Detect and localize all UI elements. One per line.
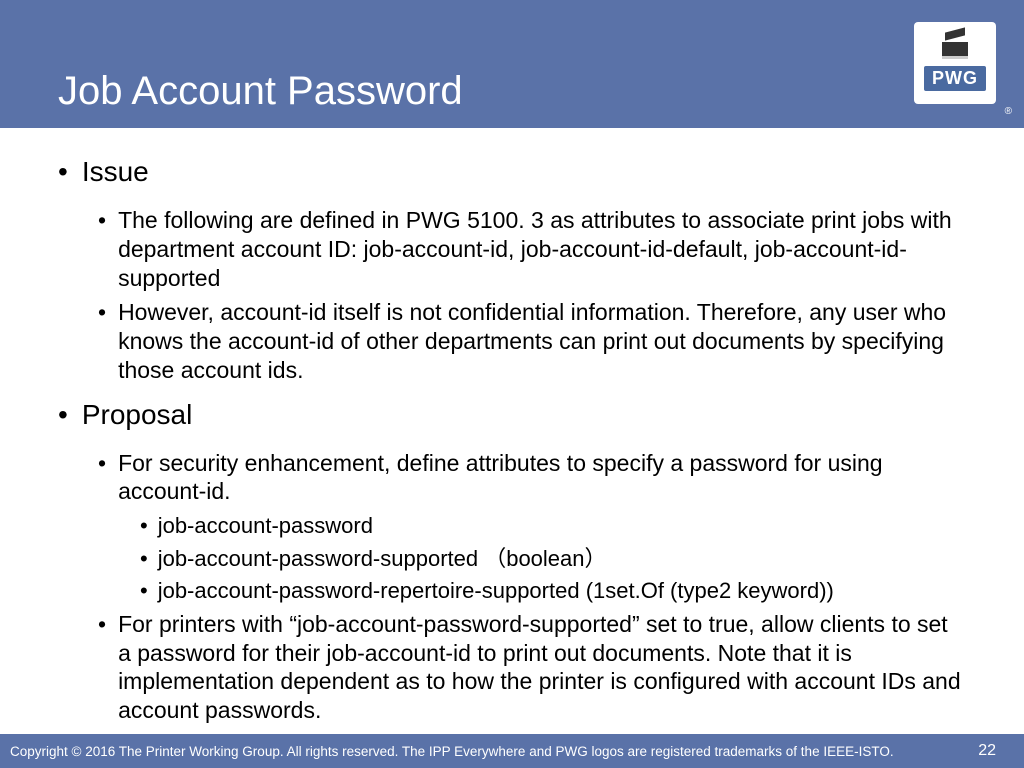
proposal-sub-1: job-account-password [140,512,966,541]
logo-text: PWG [924,66,986,91]
slide-content: Issue The following are defined in PWG 5… [0,128,1024,741]
copyright-text: Copyright © 2016 The Printer Working Gro… [10,744,894,759]
heading-issue: Issue [58,156,966,188]
proposal-sub-2: job-account-password-supported （boolean） [140,545,966,574]
slide-footer: Copyright © 2016 The Printer Working Gro… [0,734,1024,768]
page-number: 22 [978,742,996,760]
proposal-bullet-2: For printers with “job-account-password-… [98,610,966,725]
proposal-bullet-1: For security enhancement, define attribu… [98,449,966,507]
registered-mark: ® [1005,106,1012,117]
slide-title: Job Account Password [58,69,463,114]
issue-bullet-1: The following are defined in PWG 5100. 3… [98,206,966,292]
issue-bullet-2: However, account-id itself is not confid… [98,298,966,384]
pwg-logo: PWG [914,22,996,104]
heading-proposal: Proposal [58,399,966,431]
slide-header: Job Account Password PWG ® [0,0,1024,128]
proposal-sub-3: job-account-password-repertoire-supporte… [140,577,966,606]
printer-icon [936,36,974,62]
